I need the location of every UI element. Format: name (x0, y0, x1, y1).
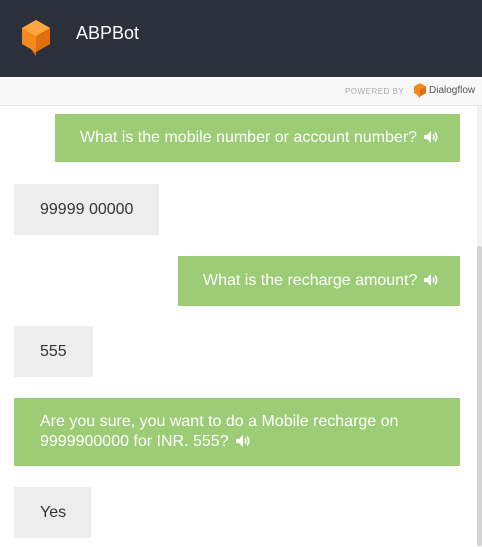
dialogflow-logo-icon (414, 83, 426, 98)
bot-message: What is the mobile number or account num… (55, 114, 460, 162)
bot-message-text: What is the mobile number or account num… (80, 129, 418, 146)
chat-log[interactable]: What is the mobile number or account num… (0, 106, 482, 547)
user-message-text: 555 (40, 343, 67, 360)
powered-by-label: POWERED BY (345, 87, 405, 96)
scrollbar-thumb[interactable] (477, 246, 482, 546)
chat-scrollbar[interactable] (477, 106, 482, 547)
user-message: 555 (14, 326, 93, 377)
bot-title: ABPBot (76, 23, 140, 43)
user-message: 99999 00000 (14, 184, 159, 235)
speaker-icon[interactable] (423, 130, 439, 144)
bot-logo-icon (22, 20, 50, 56)
user-message-text: Yes (40, 504, 67, 521)
user-message-text: 99999 00000 (40, 201, 134, 218)
speaker-icon[interactable] (423, 273, 439, 287)
bot-message-text: What is the recharge amount? (203, 272, 418, 289)
dialogflow-brand: Dialogflow (429, 85, 476, 96)
app-header: ABPBot (0, 0, 482, 77)
bot-message: What is the recharge amount? (178, 256, 460, 306)
powered-by-bar: POWERED BY Dialogflow (0, 77, 482, 106)
speaker-icon[interactable] (235, 434, 251, 448)
bot-message: Are you sure, you want to do a Mobile re… (14, 398, 460, 466)
bot-message-text: Are you sure, you want to do a Mobile re… (40, 413, 399, 450)
user-message: Yes (14, 487, 91, 538)
